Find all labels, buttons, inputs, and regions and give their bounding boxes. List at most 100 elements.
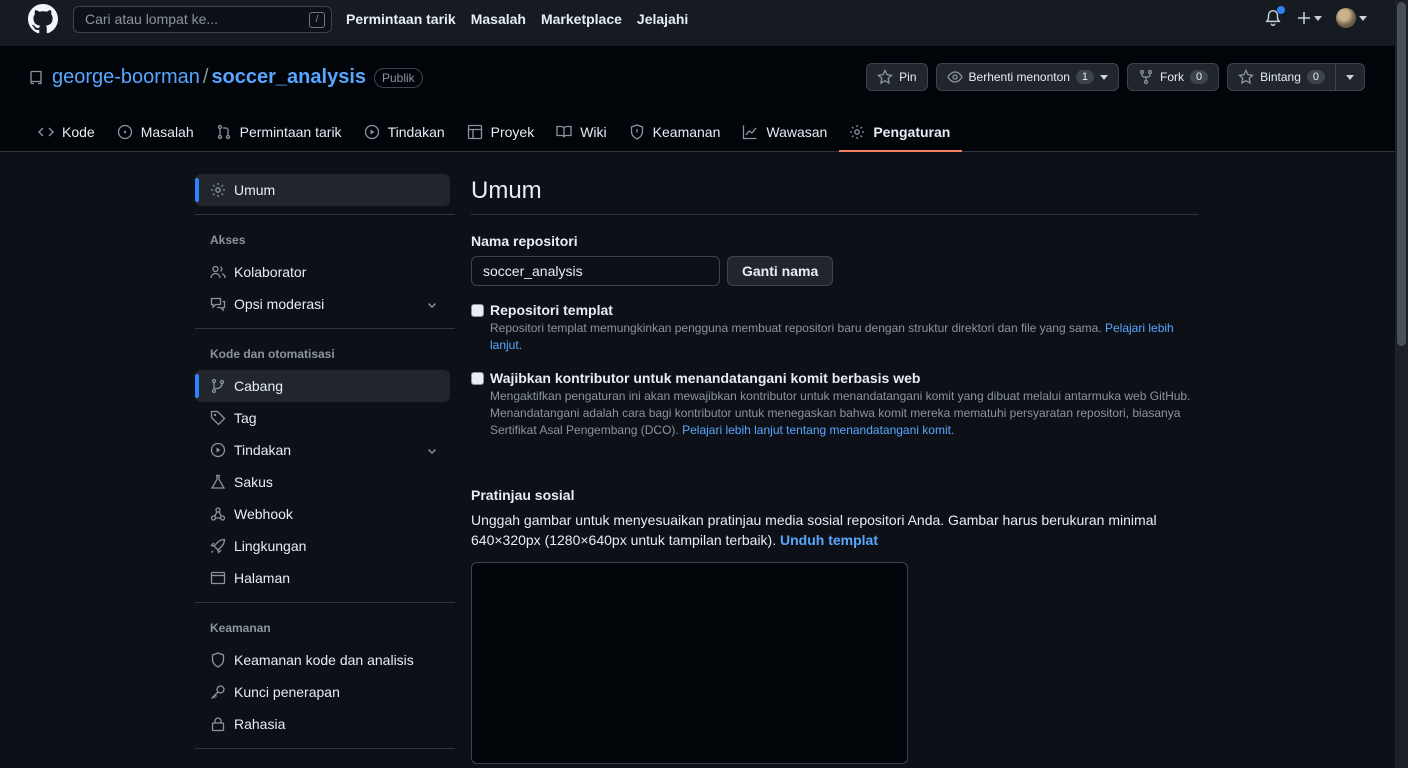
star-button[interactable]: Bintang 0: [1227, 63, 1336, 91]
signoff-learn-more-link[interactable]: Pelajari lebih lanjut tentang menandatan…: [682, 423, 954, 437]
tab-insights[interactable]: Wawasan: [732, 112, 839, 152]
gear-icon: [211, 183, 225, 197]
watch-count: 1: [1075, 70, 1095, 84]
sidebar-item-hooks[interactable]: Sakus: [195, 466, 450, 498]
scrollbar-thumb[interactable]: [1397, 2, 1406, 346]
sidebar-heading-code-automation: Kode dan otomatisasi: [210, 347, 335, 361]
sidebar-item-environments[interactable]: Lingkungan: [195, 530, 450, 562]
sidebar-item-tags[interactable]: Tag: [195, 402, 450, 434]
sidebar-item-label: Halaman: [234, 570, 291, 586]
rename-button[interactable]: Ganti nama: [727, 256, 834, 286]
global-header: Cari atau lompat ke... / Permintaan tari…: [0, 0, 1395, 46]
top-nav-marketplace[interactable]: Marketplace: [541, 11, 622, 27]
top-nav-issues[interactable]: Masalah: [471, 11, 526, 27]
pull-request-icon: [217, 124, 230, 140]
notifications-bell-icon[interactable]: [1264, 6, 1285, 28]
search-input[interactable]: Cari atau lompat ke... /: [73, 6, 332, 33]
repo-icon: [30, 70, 42, 84]
sidebar-item-webhooks[interactable]: Webhook: [195, 498, 450, 530]
caret-down-icon: [1359, 15, 1367, 21]
sidebar-item-label: Umum: [234, 182, 276, 198]
sidebar-item-actions[interactable]: Tindakan: [195, 434, 450, 466]
signoff-title: Wajibkan kontributor untuk menandatangan…: [490, 370, 921, 386]
tab-settings[interactable]: Pengaturan: [839, 112, 963, 152]
tab-label: Permintaan tarik: [239, 124, 342, 140]
repo-separator: /: [202, 66, 209, 88]
search-shortcut-key: /: [309, 12, 325, 28]
social-preview-description: Unggah gambar untuk menyesuaikan pratinj…: [471, 510, 1198, 550]
create-new-menu[interactable]: [1296, 10, 1322, 26]
notification-dot: [1277, 6, 1285, 14]
repo-owner-link[interactable]: george-boorman: [52, 66, 200, 89]
template-repo-checkbox[interactable]: [471, 304, 484, 317]
lock-icon: [211, 717, 225, 732]
sidebar-item-moderation-options[interactable]: Opsi moderasi: [195, 288, 450, 320]
star-button-group: Bintang 0: [1227, 63, 1365, 91]
fork-label: Fork: [1160, 70, 1185, 84]
signoff-checkbox[interactable]: [471, 372, 484, 385]
sidebar-item-general[interactable]: Umum: [195, 174, 450, 206]
sidebar-item-label: Kunci penerapan: [234, 684, 340, 700]
sidebar-item-label: Sakus: [234, 474, 273, 490]
template-desc-text: Repositori templat memungkinkan pengguna…: [490, 321, 1105, 335]
watch-label: Berhenti menonton: [968, 70, 1070, 84]
sidebar-item-label: Opsi moderasi: [234, 296, 325, 312]
top-nav-explore[interactable]: Jelajahi: [637, 11, 688, 27]
tab-wiki[interactable]: Wiki: [546, 112, 618, 152]
tab-issues[interactable]: Masalah: [107, 112, 206, 152]
play-icon: [210, 442, 226, 458]
tab-code[interactable]: Kode: [28, 112, 107, 152]
sidebar-item-collaborators[interactable]: Kolaborator: [195, 256, 450, 288]
fork-icon: [1139, 69, 1153, 85]
pin-icon: [877, 69, 894, 85]
caret-down-icon: [1346, 74, 1354, 80]
sidebar-divider: [195, 602, 455, 603]
chevron-down-icon[interactable]: [426, 299, 438, 311]
download-template-link[interactable]: Unduh templat: [780, 532, 878, 548]
avatar: [1336, 8, 1356, 28]
top-right-controls: [1264, 6, 1367, 28]
repo-actions: Pin Berhenti menonton 1 Fork 0 Bintang 0: [866, 63, 1365, 91]
user-menu[interactable]: [1336, 8, 1367, 28]
star-count: 0: [1306, 70, 1325, 84]
tag-icon: [210, 410, 226, 426]
rocket-icon: [210, 538, 226, 554]
sidebar-item-deploy-keys[interactable]: Kunci penerapan: [195, 676, 450, 708]
tab-label: Tindakan: [387, 124, 445, 140]
tab-label: Wawasan: [766, 124, 828, 140]
pin-label: Pin: [899, 70, 917, 84]
sidebar-item-label: Tindakan: [234, 442, 292, 458]
repo-tabs: Kode Masalah Permintaan tarik Tindakan P…: [28, 112, 963, 152]
tab-pull-requests[interactable]: Permintaan tarik: [206, 112, 354, 152]
sidebar-item-code-security[interactable]: Keamanan kode dan analisis: [195, 644, 450, 676]
github-logo-icon[interactable]: [28, 4, 58, 34]
signoff-description: Mengaktifkan pengaturan ini akan mewajib…: [490, 388, 1198, 439]
tab-label: Keamanan: [652, 124, 721, 140]
repo-name-row: soccer_analysis Ganti nama: [471, 256, 1198, 286]
sidebar-item-label: Kolaborator: [234, 264, 307, 280]
tab-projects[interactable]: Proyek: [457, 112, 547, 152]
fork-button[interactable]: Fork 0: [1127, 63, 1220, 91]
top-nav-pull-requests[interactable]: Permintaan tarik: [346, 11, 456, 27]
repo-name-input[interactable]: soccer_analysis: [471, 256, 720, 286]
chevron-down-icon[interactable]: [426, 445, 438, 457]
repo-name-link[interactable]: soccer_analysis: [211, 66, 366, 89]
tab-security[interactable]: Keamanan: [619, 112, 733, 152]
page-scrollbar[interactable]: [1395, 0, 1408, 768]
sidebar-item-pages[interactable]: Halaman: [195, 562, 450, 594]
table-icon: [467, 124, 482, 140]
search-placeholder: Cari atau lompat ke...: [85, 11, 219, 27]
sidebar-item-branches[interactable]: Cabang: [195, 370, 450, 402]
sidebar-item-label: Rahasia: [234, 716, 286, 732]
sidebar-item-label: Lingkungan: [234, 538, 307, 554]
social-preview-title: Pratinjau sosial: [471, 487, 575, 503]
code-icon: [38, 127, 54, 137]
pin-button[interactable]: Pin: [866, 63, 928, 91]
watch-button[interactable]: Berhenti menonton 1: [935, 63, 1120, 91]
sidebar-item-secrets[interactable]: Rahasia: [195, 708, 450, 740]
tab-label: Pengaturan: [873, 124, 951, 140]
star-list-dropdown[interactable]: [1336, 63, 1365, 91]
social-preview-image-area[interactable]: [471, 562, 908, 764]
sidebar-item-label: Tag: [234, 410, 257, 426]
tab-actions[interactable]: Tindakan: [354, 112, 457, 152]
